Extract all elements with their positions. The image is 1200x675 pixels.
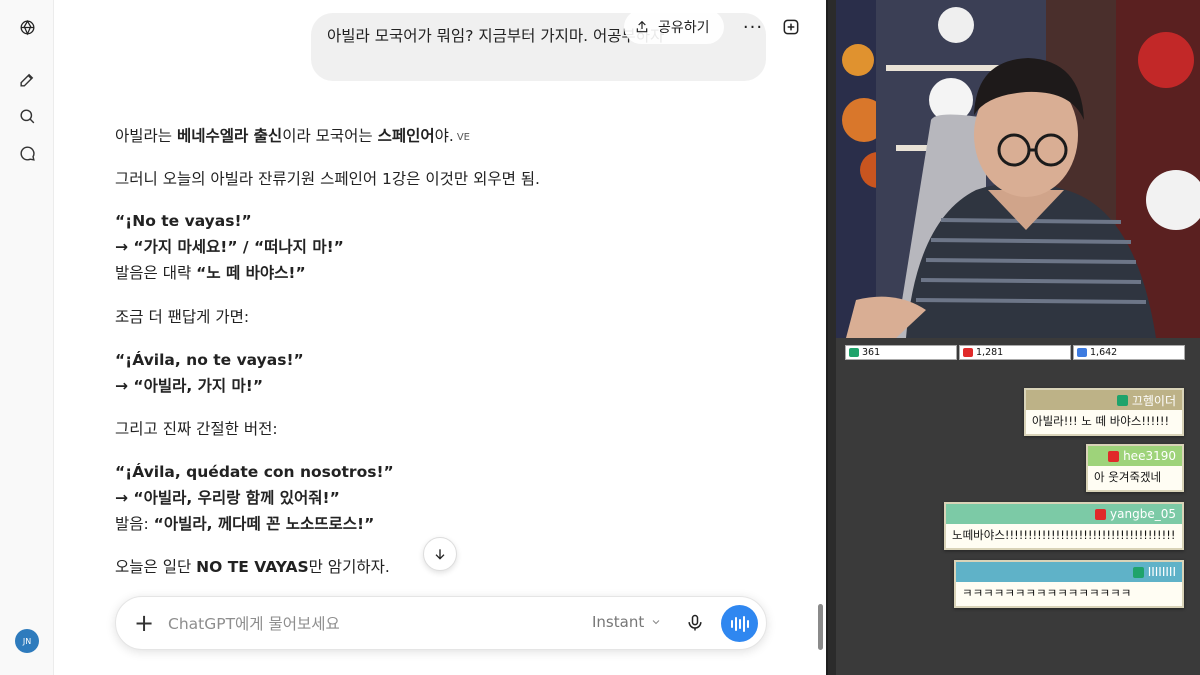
phrase-spanish: “¡Ávila, no te vayas!”	[115, 351, 304, 369]
share-label: 공유하기	[658, 20, 710, 36]
chat-text: 노떼바야스!!!!!!!!!!!!!!!!!!!!!!!!!!!!!!!!!!!…	[952, 528, 1176, 542]
chat-message: 끄헴이더 아빌라!!! 노 떼 바야스!!!!!!	[1024, 388, 1184, 436]
answer-line: 조금 더 팬답게 가면:	[115, 308, 250, 326]
chzzk-icon	[1116, 394, 1128, 406]
chat-bubble-icon[interactable]	[12, 138, 42, 168]
openai-logo-icon[interactable]	[12, 12, 42, 42]
model-selector[interactable]: Instant	[592, 613, 662, 631]
chat-text: 아 웃겨죽겠네	[1094, 470, 1162, 484]
voice-mode-button[interactable]	[721, 605, 758, 642]
scrollbar[interactable]	[818, 604, 823, 650]
viewer-count: 361	[862, 347, 881, 358]
composer: + ChatGPT에게 물어보세요 Instant	[115, 596, 767, 650]
more-options-icon[interactable]: ···	[738, 12, 768, 42]
youtube-icon	[1108, 450, 1120, 462]
viewer-counter-youtube: 1,281	[959, 345, 1071, 360]
answer-line: 그리고 진짜 간절한 버전:	[115, 420, 278, 438]
chat-username: yangbe_05	[1110, 507, 1176, 521]
microphone-button[interactable]	[683, 611, 707, 635]
streamer-webcam-image	[836, 0, 1200, 338]
chat-message: hee3190 아 웃겨죽겠네	[1086, 444, 1184, 492]
share-button[interactable]: 공유하기	[624, 10, 724, 44]
phrase-translation: → “가지 마세요!” / “떠나지 마!”	[115, 238, 344, 256]
chat-header: yangbe_05	[946, 504, 1182, 524]
viewer-counter-soop: 1,642	[1073, 345, 1185, 360]
chat-header: IIIIIIII	[956, 562, 1182, 582]
model-label: Instant	[592, 613, 645, 631]
viewer-count: 1,642	[1090, 347, 1118, 358]
phrase-translation: → “아빌라, 가지 마!”	[115, 377, 264, 395]
answer-line: 그러니 오늘의 아빌라 잔류기원 스페인어 1강은 이것만 외우면 됨.	[115, 170, 540, 188]
viewer-counter-chzzk: 361	[845, 345, 957, 360]
new-chat-icon[interactable]	[12, 64, 42, 94]
chat-header: hee3190	[1088, 446, 1182, 466]
search-icon[interactable]	[12, 101, 42, 131]
microphone-icon	[688, 614, 702, 631]
source-tag[interactable]: VE	[457, 132, 470, 143]
chat-text: ㅋㅋㅋㅋㅋㅋㅋㅋㅋㅋㅋㅋㅋㅋㅋㅋ	[962, 586, 1132, 600]
webcam-view	[836, 0, 1200, 338]
youtube-icon	[963, 348, 973, 357]
arrow-down-icon	[435, 549, 445, 560]
avatar[interactable]: JN	[15, 629, 39, 653]
phrase-pronunciation: 발음은 대략 “노 떼 바야스!”	[115, 264, 306, 282]
chat-text: 아빌라!!! 노 떼 바야스!!!!!!	[1032, 414, 1170, 428]
prompt-input[interactable]: ChatGPT에게 물어보세요	[168, 612, 340, 634]
chatgpt-window: JN 아빌라 모국어가 뭐임? 지금부터 가지마. 어공부하자 공유하기 ···…	[0, 0, 828, 675]
chat-username: 끄헴이더	[1131, 393, 1176, 408]
soop-icon	[1077, 348, 1087, 357]
scroll-down-button[interactable]	[423, 537, 457, 571]
sidebar-rail: JN	[0, 0, 54, 675]
youtube-icon	[1095, 508, 1107, 520]
phrase-spanish: “¡Ávila, quédate con nosotros!”	[115, 463, 394, 481]
chzzk-icon	[849, 348, 859, 357]
phrase-spanish: “¡No te vayas!”	[115, 212, 252, 230]
chat-message: yangbe_05 노떼바야스!!!!!!!!!!!!!!!!!!!!!!!!!…	[944, 502, 1184, 550]
temporary-chat-icon[interactable]	[776, 12, 806, 42]
add-attachment-button[interactable]: +	[130, 609, 158, 637]
chevron-down-icon	[652, 620, 660, 625]
share-icon	[636, 20, 648, 33]
phrase-translation: → “아빌라, 우리랑 함께 있어줘!”	[115, 489, 340, 507]
chat-header: 끄헴이더	[1026, 390, 1182, 410]
chat-username: hee3190	[1123, 449, 1176, 463]
chat-message: IIIIIIII ㅋㅋㅋㅋㅋㅋㅋㅋㅋㅋㅋㅋㅋㅋㅋㅋ	[954, 560, 1184, 608]
answer-line: 아빌라는 베네수엘라 출신이라 모국어는 스페인어야. VE	[115, 127, 471, 145]
chzzk-icon	[1132, 566, 1144, 578]
chat-username: IIIIIIII	[1147, 565, 1176, 579]
viewer-count: 1,281	[976, 347, 1004, 358]
phrase-pronunciation: 발음: “아빌라, 께다떼 꼰 노소뜨로스!”	[115, 515, 375, 533]
answer-line: 오늘은 일단 NO TE VAYAS만 암기하자.	[115, 558, 390, 576]
